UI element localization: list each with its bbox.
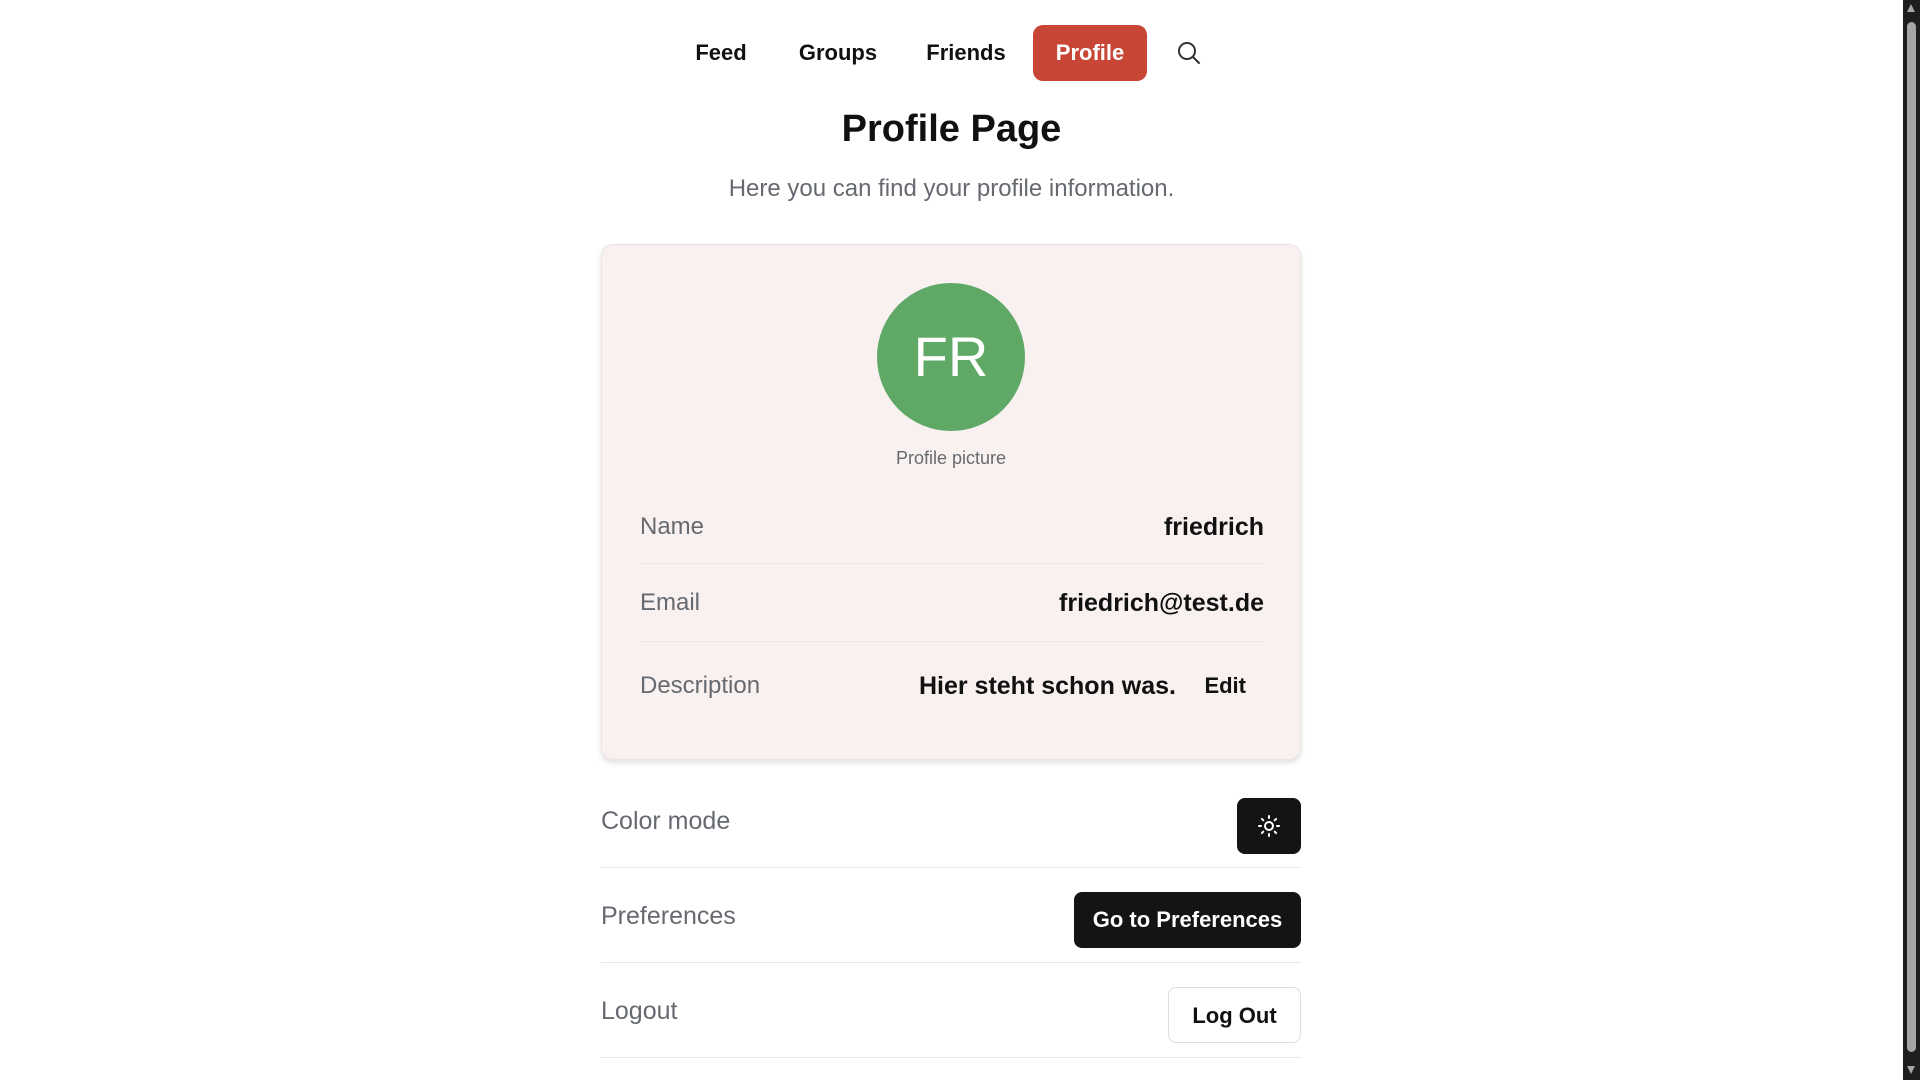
row-divider (640, 563, 1264, 564)
description-label: Description (640, 672, 761, 699)
description-value: Hier steht schon was. (918, 672, 1176, 700)
row-divider (640, 641, 1264, 642)
profile-card: FR Profile picture Name friedrich Email … (601, 244, 1301, 760)
page-title: Profile Page (841, 108, 1062, 150)
avatar-caption: Profile picture (895, 448, 1007, 468)
email-label: Email (640, 589, 701, 616)
app-viewport: Feed Groups Friends Profile Profile Page… (0, 0, 1903, 1080)
log-out-button[interactable]: Log Out (1168, 987, 1301, 1043)
logout-row: Logout Log Out (601, 964, 1301, 1058)
scroll-up-arrow-icon[interactable] (1907, 4, 1915, 12)
page-subtitle: Here you can find your profile informati… (728, 175, 1175, 202)
preferences-label: Preferences (601, 902, 736, 930)
name-label: Name (640, 513, 705, 540)
avatar: FR (877, 283, 1025, 431)
preferences-row: Preferences Go to Preferences (601, 869, 1301, 963)
nav-friends[interactable]: Friends (922, 25, 1010, 81)
color-mode-row: Color mode (601, 774, 1301, 868)
email-value: friedrich@test.de (1059, 589, 1264, 617)
go-to-preferences-button[interactable]: Go to Preferences (1074, 892, 1301, 948)
profile-row-description: Description Hier steht schon was. Edit (640, 656, 1264, 716)
color-mode-label: Color mode (601, 807, 731, 835)
profile-row-email: Email friedrich@test.de (640, 573, 1264, 633)
edit-description-button[interactable]: Edit (1204, 656, 1246, 716)
logout-label: Logout (601, 997, 678, 1025)
nav-profile[interactable]: Profile (1033, 25, 1147, 81)
sun-icon (1258, 815, 1280, 837)
name-value: friedrich (1163, 513, 1264, 541)
search-icon[interactable] (1176, 40, 1202, 66)
vertical-scrollbar[interactable] (1903, 0, 1920, 1080)
profile-row-name: Name friedrich (640, 497, 1264, 557)
scrollbar-thumb[interactable] (1907, 22, 1916, 1052)
scroll-down-arrow-icon[interactable] (1907, 1066, 1915, 1074)
nav-feed[interactable]: Feed (688, 25, 754, 81)
color-mode-toggle[interactable] (1237, 798, 1301, 854)
top-nav: Feed Groups Friends Profile (0, 25, 1903, 81)
nav-groups[interactable]: Groups (792, 25, 884, 81)
